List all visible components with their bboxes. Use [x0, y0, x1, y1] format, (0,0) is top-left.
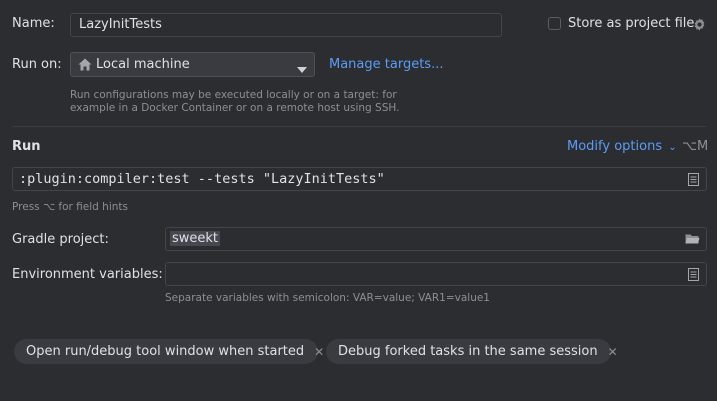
chevron-down-icon: ⌄ — [668, 142, 677, 153]
gear-icon[interactable] — [692, 17, 707, 32]
store-as-project-file-label[interactable]: Store as project file — [568, 16, 694, 31]
run-on-description-line2: example in a Docker Container or on a re… — [70, 102, 400, 114]
name-value: LazyInitTests — [79, 17, 162, 32]
field-hints-text: Press ⌥ for field hints — [12, 201, 128, 213]
close-icon[interactable]: ✕ — [314, 345, 324, 359]
store-as-project-file-checkbox[interactable] — [548, 17, 561, 30]
env-vars-hint: Separate variables with semicolon: VAR=v… — [165, 292, 490, 304]
modify-options-link[interactable]: Modify options ⌄ — [567, 139, 677, 154]
house-icon — [78, 58, 92, 75]
run-on-dropdown[interactable]: Local machine — [70, 52, 315, 77]
close-icon[interactable]: ✕ — [608, 345, 618, 359]
list-expand-icon[interactable] — [688, 173, 699, 190]
folder-icon[interactable] — [685, 233, 700, 249]
modify-options-shortcut: ⌥M — [682, 139, 709, 154]
gradle-project-field[interactable]: sweekt — [165, 227, 707, 251]
gradle-project-label: Gradle project: — [12, 232, 109, 247]
run-on-value: Local machine — [96, 57, 190, 72]
command-value: :plugin:compiler:test --tests "LazyInitT… — [19, 171, 385, 187]
env-vars-field[interactable] — [165, 262, 707, 286]
manage-targets-link[interactable]: Manage targets... — [329, 57, 443, 72]
run-on-description-line1: Run configurations may be executed local… — [70, 89, 397, 101]
name-label: Name: — [12, 16, 55, 31]
command-field[interactable]: :plugin:compiler:test --tests "LazyInitT… — [12, 167, 707, 191]
chip-debug-forked-tasks[interactable]: Debug forked tasks in the same session ✕ — [326, 339, 618, 364]
triangle-down-icon — [297, 62, 307, 77]
chip-open-run-debug-window[interactable]: Open run/debug tool window when started … — [14, 339, 324, 364]
name-field[interactable]: LazyInitTests — [70, 13, 502, 37]
env-vars-label: Environment variables: — [12, 267, 163, 282]
run-on-label: Run on: — [12, 57, 62, 72]
run-section-title: Run — [12, 139, 41, 154]
gradle-project-value: sweekt — [170, 231, 221, 246]
list-expand-icon[interactable] — [688, 268, 699, 285]
section-divider — [12, 126, 707, 127]
chip-label: Debug forked tasks in the same session — [338, 344, 598, 359]
chip-label: Open run/debug tool window when started — [26, 344, 305, 359]
modify-options-label: Modify options — [567, 139, 663, 154]
